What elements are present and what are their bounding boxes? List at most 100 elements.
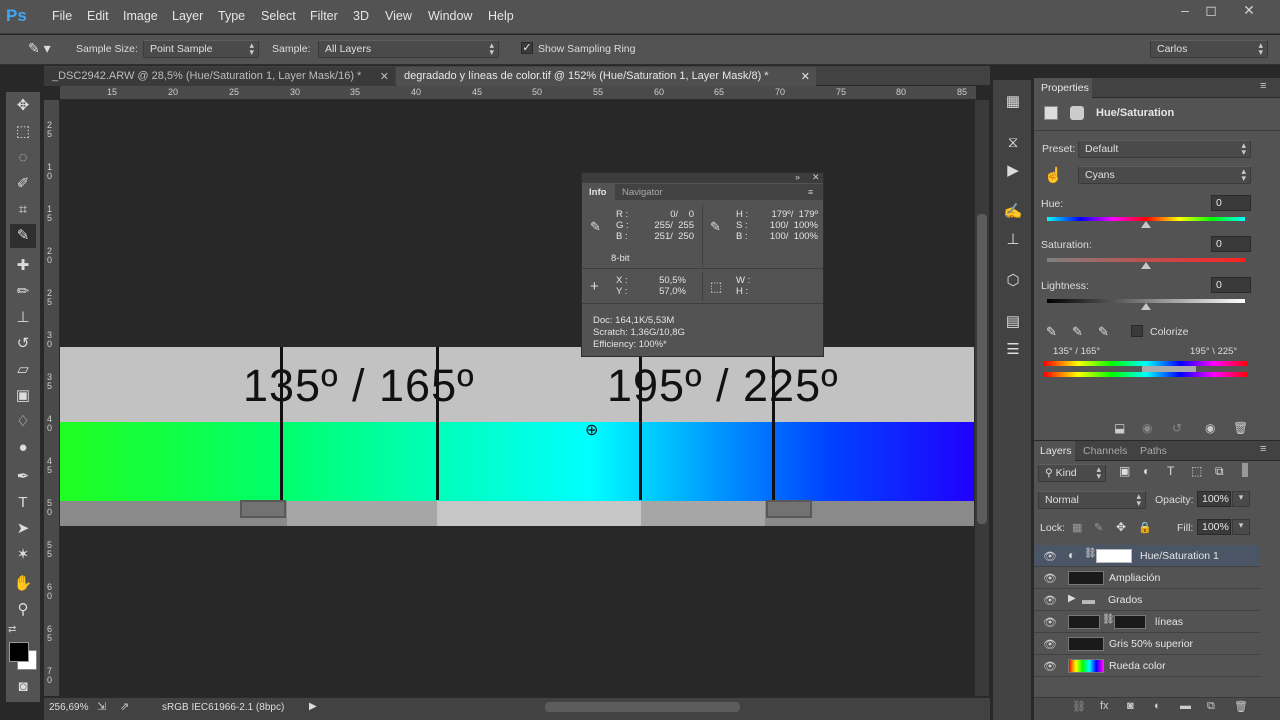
menu-select[interactable]: Select — [261, 9, 296, 23]
brush-presets-icon[interactable]: ✍ — [1003, 202, 1023, 222]
lightness-input[interactable]: 0 — [1211, 277, 1251, 293]
subtract-from-sample-eyedropper-icon[interactable]: ✎ — [1098, 324, 1109, 340]
link-layers-icon[interactable]: ⛓ — [1072, 700, 1086, 713]
quick-selection-tool-icon[interactable]: ✐ — [10, 172, 36, 196]
clone-source-icon[interactable]: ⊥ — [1003, 230, 1023, 250]
eye-icon[interactable]: 👁 — [1043, 616, 1057, 629]
lock-position-icon[interactable]: ✥ — [1116, 520, 1126, 534]
layer-row[interactable]: 👁 Gris 50% superior — [1034, 633, 1260, 655]
tab-navigator[interactable]: Navigator — [622, 187, 663, 198]
layer-row[interactable]: 👁 ⛓ líneas — [1034, 611, 1260, 633]
history-icon[interactable]: ⧖ — [1003, 133, 1023, 153]
histogram-icon[interactable]: ▦ — [1003, 92, 1023, 112]
actions-play-icon[interactable]: ▶ — [1003, 161, 1023, 181]
mask-icon[interactable] — [1070, 106, 1084, 120]
add-to-sample-eyedropper-icon[interactable]: ✎ — [1072, 324, 1083, 340]
layer-filter-dropdown[interactable]: ⚲ Kind ▴ ▾ — [1038, 464, 1106, 482]
menu-image[interactable]: Image — [123, 9, 158, 23]
tab-dsc2942[interactable]: _DSC2942.ARW @ 28,5% (Hue/Saturation 1, … — [44, 67, 395, 86]
filter-adjustment-icon[interactable]: ◐ — [1143, 464, 1150, 478]
3d-cube-icon[interactable]: ⬡ — [1003, 271, 1023, 291]
info-panel-titlebar[interactable] — [582, 173, 823, 183]
path-selection-tool-icon[interactable]: ➤ — [10, 517, 36, 541]
eyedropper-icon[interactable]: ✎ — [1046, 324, 1057, 340]
menu-help[interactable]: Help — [488, 9, 514, 23]
preset-dropdown[interactable]: Default ▴ ▾ — [1078, 140, 1251, 158]
delete-layer-icon[interactable]: 🗑 — [1234, 700, 1248, 713]
saturation-input[interactable]: 0 — [1211, 236, 1251, 252]
saturation-slider-thumb[interactable] — [1141, 262, 1151, 269]
filter-smart-object-icon[interactable]: ⧉ — [1215, 464, 1224, 479]
swap-colors-icon[interactable]: ⇄ — [8, 624, 16, 635]
eye-icon[interactable]: 👁 — [1043, 638, 1057, 651]
opacity-slider-toggle[interactable]: ▾ — [1232, 491, 1250, 507]
sample-dropdown[interactable]: All Layers ▴ ▾ — [318, 40, 499, 58]
hand-tool-icon[interactable]: ✋ — [10, 572, 36, 596]
tab-degradado[interactable]: degradado y líneas de color.tif @ 152% (… — [396, 67, 816, 86]
menu-edit[interactable]: Edit — [87, 9, 109, 23]
workspace-dropdown[interactable]: Carlos ▴ ▾ — [1150, 40, 1268, 58]
eyedropper-icon[interactable]: ✎ — [590, 219, 601, 235]
add-mask-icon[interactable]: ◙ — [1127, 700, 1134, 712]
healing-brush-tool-icon[interactable]: ✚ — [10, 254, 36, 278]
lasso-tool-icon[interactable]: ◌ — [10, 146, 36, 170]
crop-tool-icon[interactable]: ⌗ — [10, 198, 36, 222]
filter-toggle[interactable] — [1242, 463, 1248, 477]
new-adjustment-icon[interactable]: ◐ — [1154, 700, 1161, 712]
menu-3d[interactable]: 3D — [353, 9, 369, 23]
new-group-icon[interactable]: ▬ — [1180, 700, 1191, 712]
status-menu-icon[interactable]: ▶ — [309, 701, 317, 712]
close-icon[interactable]: ✕ — [801, 70, 810, 83]
blend-mode-dropdown[interactable]: Normal ▴ ▾ — [1038, 491, 1146, 509]
fill-slider-toggle[interactable]: ▾ — [1232, 519, 1250, 535]
menu-file[interactable]: File — [52, 9, 72, 23]
panel-menu-icon[interactable]: ≡ — [1260, 80, 1266, 92]
sample-size-dropdown[interactable]: Point Sample ▴ ▾ — [143, 40, 259, 58]
history-brush-tool-icon[interactable]: ↺ — [10, 332, 36, 356]
type-tool-icon[interactable]: T — [10, 491, 36, 515]
show-ring-checkbox[interactable]: ✓ — [521, 42, 533, 54]
layer-row[interactable]: 👁 ◐ ⛓ Hue/Saturation 1 — [1034, 545, 1260, 567]
filter-shape-icon[interactable]: ⬚ — [1191, 464, 1202, 478]
panel-menu-icon[interactable]: ≡ — [808, 187, 813, 197]
foreground-color-swatch[interactable] — [9, 642, 29, 662]
brush-tool-icon[interactable]: ✏ — [10, 280, 36, 304]
quick-mask-icon[interactable]: ◙ — [10, 675, 36, 699]
close-icon[interactable]: ✕ — [380, 70, 389, 83]
zoom-tool-icon[interactable]: ⚲ — [10, 598, 36, 622]
eyedropper-preset-icon[interactable]: ✎ ▾ — [28, 40, 58, 58]
fx-icon[interactable]: fx — [1100, 700, 1109, 712]
hue-slider-thumb[interactable] — [1141, 221, 1151, 228]
scroll-thumb[interactable] — [977, 214, 987, 524]
filter-type-icon[interactable]: T — [1167, 464, 1174, 478]
zoom-level[interactable]: 256,69% — [49, 702, 88, 713]
menu-type[interactable]: Type — [218, 9, 245, 23]
paragraph-icon[interactable]: ☰ — [1003, 340, 1023, 360]
menu-layer[interactable]: Layer — [172, 9, 203, 23]
lock-pixels-icon[interactable]: ✎ — [1094, 521, 1103, 534]
layer-row[interactable]: 👁 Ampliación — [1034, 567, 1260, 589]
filter-pixel-icon[interactable]: ▣ — [1119, 464, 1130, 478]
shape-tool-icon[interactable]: ✶ — [10, 543, 36, 567]
dodge-tool-icon[interactable]: ● — [10, 436, 36, 460]
lock-all-icon[interactable]: 🔒 — [1138, 521, 1152, 534]
eyedropper-tool-icon[interactable]: ✎ — [10, 224, 36, 248]
opacity-input[interactable]: 100% — [1197, 491, 1231, 507]
share-icon[interactable]: ⇲ — [97, 700, 106, 713]
export-icon[interactable]: ⇗ — [120, 700, 129, 713]
new-layer-icon[interactable]: ⧉ — [1207, 700, 1215, 713]
channel-dropdown[interactable]: Cyans ▴ ▾ — [1078, 166, 1251, 184]
layer-row[interactable]: 👁 Rueda color — [1034, 655, 1260, 677]
move-tool-icon[interactable]: ✥ — [10, 94, 36, 118]
maximize-button[interactable]: ◻ — [1198, 2, 1224, 20]
hue-input[interactable]: 0 — [1211, 195, 1251, 211]
clip-to-layer-icon[interactable]: ⬓ — [1114, 421, 1125, 435]
layer-row[interactable]: 👁 ▶ ▬ Grados — [1034, 589, 1260, 611]
notes-icon[interactable]: ▤ — [1003, 312, 1023, 332]
trash-icon[interactable]: 🗑 — [1233, 421, 1248, 435]
eye-icon[interactable]: 👁 — [1043, 594, 1057, 607]
menu-view[interactable]: View — [385, 9, 412, 23]
tab-paths[interactable]: Paths — [1140, 445, 1167, 457]
horizontal-scroll-thumb[interactable] — [545, 702, 740, 712]
lightness-slider-thumb[interactable] — [1141, 303, 1151, 310]
